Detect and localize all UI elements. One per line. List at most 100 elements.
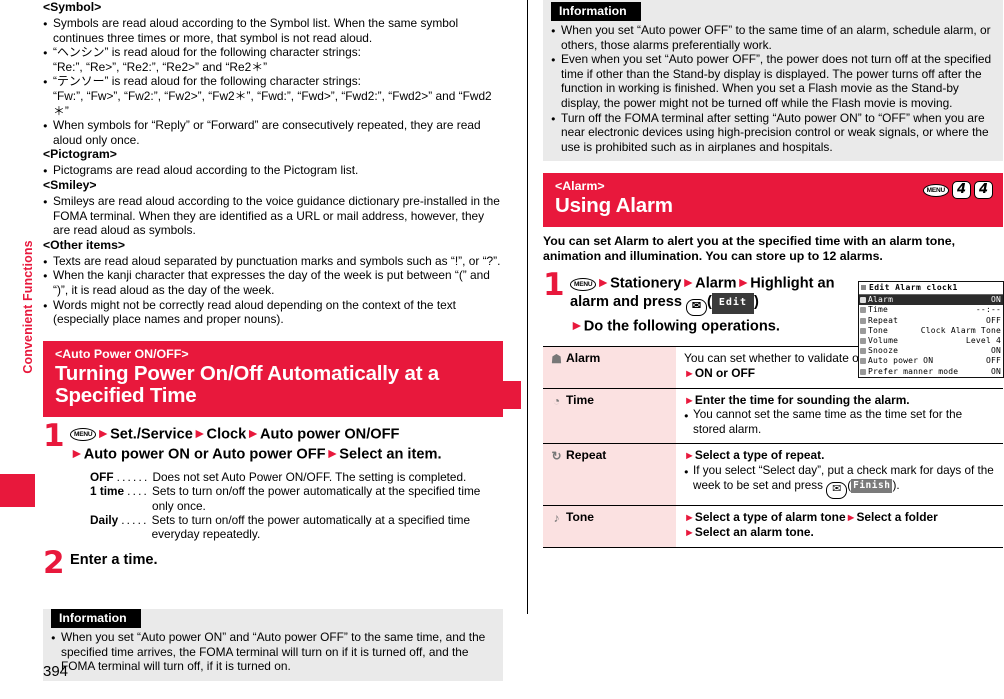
table-cell-label: ↻ Repeat (543, 443, 676, 506)
left-column: <Symbol> Symbols are read aloud accordin… (43, 0, 503, 681)
row-action: ►Enter the time for sounding the alarm. (684, 392, 910, 407)
arrow-icon: ► (192, 424, 207, 441)
list-item: Words might not be correctly read aloud … (43, 298, 503, 327)
henshin-strings: “Re:”, “Re>”, “Re2:”, “Re2>” and “Re2＊” (53, 59, 268, 74)
symbol-bullets-2: “テンソー” is read aloud for the following c… (43, 74, 503, 90)
smiley-heading: <Smiley> (43, 177, 97, 192)
table-cell-label: ◔ Time (543, 387, 676, 445)
softkey-edit[interactable]: Edit (711, 293, 754, 314)
step-part: Alarm (695, 275, 737, 292)
table-row: ♪ Tone ►Select a type of alarm tone►Selec… (543, 504, 1003, 548)
phone-screen-title: Edit Alarm clock1 (859, 282, 1003, 296)
arrow-icon: ► (70, 444, 84, 461)
list-item: When the kanji character that expresses … (43, 268, 503, 297)
step-part: Clock (206, 426, 247, 443)
list-item: Smileys are read aloud according to the … (43, 194, 503, 238)
list-item: If you select “Select day”, put a check … (684, 464, 997, 499)
arrow-icon: ► (325, 444, 340, 461)
row-icon (860, 338, 866, 345)
information-tag: Information (551, 2, 641, 21)
other-items-bullets: Texts are read aloud separated by punctu… (43, 254, 503, 327)
menu-key-icon[interactable]: MENU (922, 183, 949, 197)
arrow-icon: ► (596, 274, 611, 291)
step-1: 1 MENU ►Set./Service►Clock►Auto power ON/… (43, 417, 503, 542)
arrow-icon: ► (570, 317, 584, 334)
step-number: 2 (43, 544, 65, 581)
right-column: Information When you set “Auto power OFF… (543, 0, 1003, 548)
smiley-bullets: Smileys are read aloud according to the … (43, 194, 503, 238)
pictogram-bullets: Pictograms are read aloud according to t… (43, 163, 503, 179)
list-item: When symbols for “Reply” or “Forward” ar… (43, 118, 503, 147)
row-icon (860, 317, 866, 324)
table-cell-desc: ►Enter the time for sounding the alarm. … (676, 387, 1003, 445)
step-part: Auto power ON/OFF (260, 426, 400, 443)
option-list: OFF ...... Does not set Auto Power ON/OF… (70, 470, 503, 542)
phone-screen-row[interactable]: Repeat OFF (859, 316, 1003, 326)
row-label: Repeat (566, 448, 607, 463)
menu-key-icon[interactable]: MENU (70, 427, 97, 441)
step-number: 1 (43, 417, 65, 454)
repeat-icon: ↻ (551, 449, 562, 464)
list-item: Pictograms are read aloud according to t… (43, 163, 503, 179)
arrow-icon: ► (684, 394, 695, 407)
information-bullets: When you set “Auto power ON” and “Auto p… (43, 630, 503, 674)
row-label: Tone (566, 509, 594, 524)
tenso-strings: “Fw:”, “Fw>”, “Fw2:”, “Fw2>”, “Fw2＊”, “F… (53, 88, 492, 118)
row-action: ►Select a type of alarm tone►Select a fo… (684, 509, 938, 524)
step-body: MENU ►Stationery►Alarm►Highlight an alarm… (570, 274, 835, 335)
arrow-icon: ► (684, 368, 695, 381)
number-key-icon[interactable]: 4 (974, 181, 993, 200)
step-part: Auto power ON or Auto power OFF (83, 446, 326, 463)
phone-screen-row[interactable]: Alarm ON (859, 295, 1003, 306)
softkey-finish[interactable]: Finish (851, 478, 893, 494)
step-number: 1 (543, 267, 565, 304)
phone-screen-row[interactable]: Snooze ON (859, 346, 1003, 356)
symbol-bullets-3: When symbols for “Reply” or “Forward” ar… (43, 118, 503, 147)
arrow-icon: ► (736, 274, 751, 291)
table-row: ◔ Time ►Enter the time for sounding the a… (543, 387, 1003, 445)
list-item: Turn off the FOMA terminal after setting… (543, 111, 1003, 155)
number-key-icon[interactable]: 4 (952, 181, 971, 200)
mail-key-icon[interactable]: ✉ (686, 299, 708, 317)
table-cell-label: ☗ Alarm (543, 346, 676, 389)
step-part: Select an item. (339, 446, 442, 463)
option-desc: Sets to turn on/off the power automatica… (152, 484, 481, 513)
mail-key-icon[interactable]: ✉ (826, 481, 848, 499)
option-dots: .... (127, 484, 150, 499)
section-header-alarm: <Alarm> Using Alarm MENU 4 4 (543, 173, 1003, 227)
menu-key-icon[interactable]: MENU (570, 277, 597, 291)
option-row: 1 time .... Sets to turn on/off the powe… (90, 484, 503, 513)
phone-screen-row[interactable]: Prefer manner mode ON (859, 367, 1003, 377)
table-cell-desc: ►Select a type of repeat. If you select … (676, 443, 1003, 506)
table-cell-desc: ►Select a type of alarm tone►Select a fo… (676, 504, 1003, 548)
arrow-icon: ► (684, 511, 695, 524)
phone-screenshot: Edit Alarm clock1 Alarm ON Time --:-- Repe… (858, 281, 1004, 378)
arrow-icon: ► (684, 527, 695, 540)
pictogram-heading: <Pictogram> (43, 147, 117, 162)
list-item: When you set “Auto power OFF” to the sam… (543, 23, 1003, 52)
list-item: Texts are read aloud separated by punctu… (43, 254, 503, 270)
option-row: OFF ...... Does not set Auto Power ON/OF… (90, 470, 503, 484)
list-item: “ヘンシン” is read aloud for the following c… (43, 45, 503, 61)
symbol-heading: <Symbol> (43, 0, 102, 14)
phone-screen-row[interactable]: Time --:-- (859, 305, 1003, 315)
step-part: Do the following operations. (583, 318, 780, 335)
row-icon (860, 358, 866, 365)
row-notes: You cannot set the same time as the time… (684, 408, 997, 437)
table-cell-label: ♪ Tone (543, 504, 676, 548)
row-label: Alarm (566, 351, 601, 366)
information-bullets: When you set “Auto power OFF” to the sam… (543, 23, 1003, 154)
list-item: When you set “Auto power ON” and “Auto p… (43, 630, 503, 674)
section-header-auto-power: <Auto Power ON/OFF> Turning Power On/Off… (43, 340, 503, 417)
step-part: Set./Service (110, 426, 193, 443)
information-box-left: Information When you set “Auto power ON”… (43, 609, 503, 681)
option-desc: Sets to turn on/off the power automatica… (151, 512, 471, 542)
section-shortcut-keys: MENU 4 4 (922, 181, 993, 200)
row-notes: If you select “Select day”, put a check … (684, 464, 997, 499)
phone-screen-row[interactable]: Auto power ON OFF (859, 356, 1003, 366)
section-eyebrow: <Auto Power ON/OFF> (55, 346, 189, 361)
phone-screen-row[interactable]: Tone Clock Alarm Tone (859, 326, 1003, 336)
phone-screen-row[interactable]: Volume Level 4 (859, 336, 1003, 346)
option-term: Daily (90, 512, 119, 527)
column-divider (527, 0, 528, 614)
